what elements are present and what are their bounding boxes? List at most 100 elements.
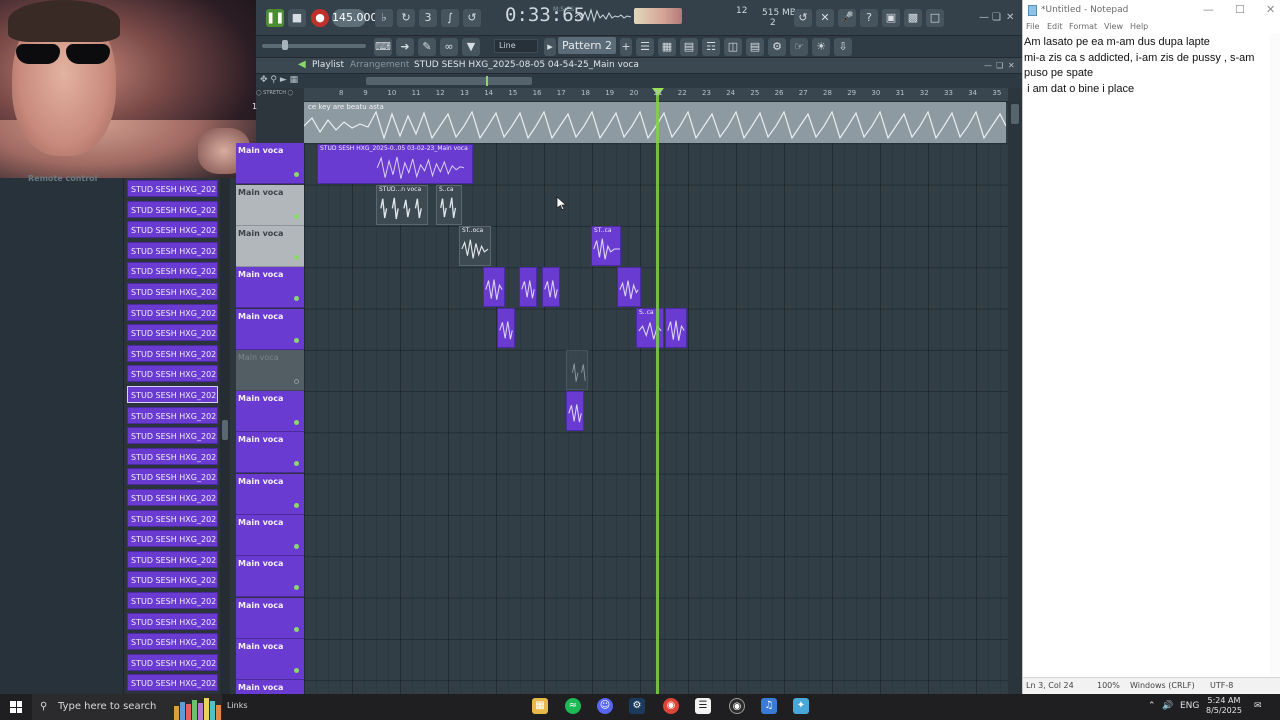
track-header[interactable]: Main voca (236, 680, 304, 694)
track-mute-led-icon[interactable] (294, 296, 299, 302)
taskbar-clock[interactable]: 5:24 AM 8/5/2025 (1206, 696, 1242, 716)
file-explorer-icon[interactable]: ▦ (532, 698, 548, 714)
loop-record-icon[interactable]: ↺ (463, 9, 481, 27)
track-mute-led-icon[interactable] (294, 172, 299, 178)
track-mute-led-icon[interactable] (294, 667, 299, 673)
piano-roll-window-icon[interactable]: ▤ (680, 38, 698, 56)
pitch-slider-handle[interactable] (282, 40, 288, 50)
clip-source-item[interactable]: STUD SESH HXG_2025-08... (127, 571, 218, 589)
taskbar-links-label[interactable]: Links (227, 701, 248, 710)
notification-icon[interactable]: ✉ (1254, 701, 1262, 711)
track-mute-led-icon[interactable] (294, 213, 299, 219)
track-mute-led-icon[interactable] (294, 420, 299, 426)
vocal-clip[interactable] (665, 308, 687, 348)
master-pitch-slider[interactable] (262, 44, 366, 48)
clip-source-item[interactable]: STUD SESH HXG_2025-08... (127, 592, 218, 609)
tray-language[interactable]: ENG (1180, 701, 1199, 711)
track-mute-led-icon[interactable] (294, 585, 299, 591)
spotify-icon[interactable]: ≈ (565, 698, 581, 714)
vocal-clip[interactable]: STUD SESH HXG_2025-0..05 03-02-23_Main v… (317, 144, 473, 184)
track-header[interactable]: Main voca (236, 432, 304, 474)
playlist-horizontal-scrollbar[interactable] (366, 77, 532, 85)
playlist-vertical-scrollbar[interactable] (1008, 102, 1022, 694)
app-taskbar-icon[interactable]: ✦ (793, 698, 809, 714)
menu-format[interactable]: Format (1069, 22, 1097, 31)
playlist-tool-icons[interactable]: ✥ ⚲ ► ▦ (260, 75, 298, 85)
notepad-text-area[interactable]: Am lasato pe ea m-am dus dupa lapte mi-a… (1024, 35, 1270, 675)
clip-source-item[interactable]: STUD SESH HXG_2025-08... (127, 674, 218, 692)
playlist-scroll-thumb[interactable] (1011, 104, 1019, 124)
notepad-minimize-icon[interactable]: — (1203, 3, 1214, 16)
playlist-arrow-icon[interactable]: ◀ (298, 59, 306, 70)
link-icon[interactable]: ∞ (440, 38, 458, 56)
export-icon[interactable]: ⇩ (834, 38, 852, 56)
plugin-icon[interactable]: ▩ (904, 9, 922, 27)
tray-chevron-icon[interactable]: ⌃ (1148, 701, 1156, 711)
clip-source-item[interactable]: STUD SESH HXG_2025-08... (127, 406, 218, 424)
fl-close-icon[interactable]: ✕ (1006, 12, 1014, 23)
track-header[interactable]: Main voca (236, 556, 304, 598)
chrome-icon[interactable]: ◉ (663, 698, 679, 714)
menu-help[interactable]: Help (1130, 22, 1148, 31)
clip-source-item[interactable]: STUD SESH HXG_2025-08... (127, 653, 218, 671)
vocal-clip[interactable] (542, 267, 560, 307)
pattern-prev-icon[interactable]: ▸ (544, 38, 556, 56)
pencil-icon[interactable]: ✎ (418, 38, 436, 56)
track-header[interactable]: Main voca (236, 267, 304, 309)
vocal-clip[interactable]: S..ca (636, 308, 664, 348)
menu-file[interactable]: File (1026, 22, 1039, 31)
record-button[interactable]: ● (311, 9, 329, 27)
undo-icon[interactable]: ↺ (794, 9, 812, 27)
play-pause-button[interactable]: ❚❚ (266, 9, 284, 27)
playlist-close-icon[interactable]: ✕ (1008, 61, 1015, 70)
playlist-icon[interactable]: ☰ (636, 38, 654, 56)
clip-source-item[interactable]: STUD SESH HXG_2025-08... (127, 489, 218, 506)
save-icon[interactable]: ▣ (882, 9, 900, 27)
pattern-selector[interactable]: Pattern 2 (558, 37, 616, 54)
clip-source-item[interactable]: STUD SESH HXG_2025-08... (127, 530, 218, 548)
playlist-minimize-icon[interactable]: — (984, 61, 992, 70)
clip-list-scrollbar[interactable] (220, 178, 230, 694)
clip-source-item[interactable]: STUD SESH HXG_2025-08... (127, 241, 218, 259)
clip-source-item[interactable]: STUD SESH HXG_2025-08... (127, 221, 218, 239)
beat-audio-clip[interactable] (304, 102, 1006, 143)
tempo-tapper-icon[interactable]: ☀ (812, 38, 830, 56)
playlist-maximize-icon[interactable]: ❏ (996, 61, 1003, 70)
vocal-clip[interactable]: ST..ca (591, 226, 621, 266)
channel-rack-icon[interactable]: ▦ (658, 38, 676, 56)
notepad-maximize-icon[interactable]: ☐ (1235, 3, 1245, 16)
windows-start-icon[interactable] (10, 701, 22, 713)
browser-icon[interactable]: ◫ (724, 38, 742, 56)
track-header[interactable]: Main voca (236, 143, 304, 185)
vocal-clip[interactable] (519, 267, 537, 307)
notepad-taskbar-icon[interactable]: ☰ (695, 698, 711, 714)
clip-source-item[interactable]: STUD SESH HXG_2025-08... (127, 612, 218, 630)
clip-source-item[interactable]: STUD SESH HXG_2025-08... (127, 633, 218, 651)
mixer-icon[interactable]: ☶ (702, 38, 720, 56)
touch-controller-icon[interactable]: ☞ (790, 38, 808, 56)
vocal-clip[interactable] (566, 391, 584, 431)
tempo-display[interactable]: 145.000 (332, 9, 378, 27)
stop-button[interactable]: ■ (288, 9, 306, 27)
clip-source-item[interactable]: STUD SESH HXG_2025-08... (127, 262, 218, 280)
fl-studio-taskbar-icon[interactable]: ♫ (761, 698, 777, 714)
track-header[interactable]: Main voca (236, 638, 304, 680)
track-header[interactable]: Main voca (236, 391, 304, 433)
vocal-clip[interactable] (617, 267, 641, 307)
track-header[interactable]: Main voca (236, 473, 304, 515)
clip-source-item[interactable]: STUD SESH HXG_2025-08... (127, 324, 218, 342)
vocal-clip[interactable]: S..ca (436, 185, 462, 225)
steam-icon[interactable]: ⚙ (629, 698, 645, 714)
volume-icon[interactable]: 🔊 (1162, 701, 1173, 711)
taskbar-search-placeholder[interactable]: Type here to search (58, 701, 156, 712)
plugin-picker-icon[interactable]: ⚙ (768, 38, 786, 56)
track-mute-led-icon[interactable] (294, 461, 299, 467)
chat-icon[interactable]: □ (926, 9, 944, 27)
vocal-clip[interactable] (483, 267, 505, 307)
vocal-clip[interactable] (497, 308, 515, 348)
track-mute-led-icon[interactable] (294, 378, 299, 384)
track-mute-led-icon[interactable] (294, 544, 299, 549)
stamp-icon[interactable]: ▼ (462, 38, 480, 56)
clip-source-item[interactable]: STUD SESH HXG_2025-08... (127, 468, 218, 486)
cut-icon[interactable]: ✕ (816, 9, 834, 27)
